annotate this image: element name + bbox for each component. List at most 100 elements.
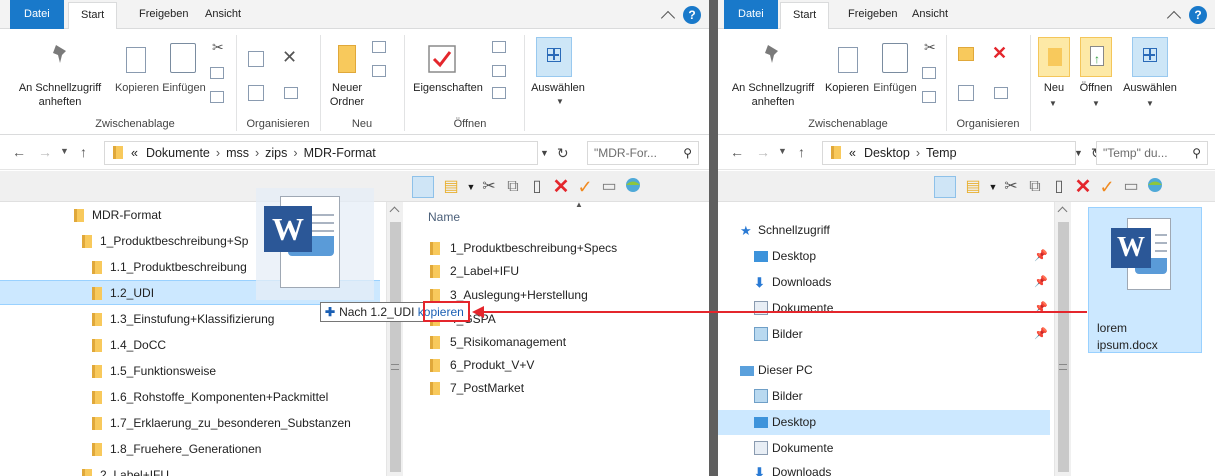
move-to-icon[interactable] xyxy=(248,51,264,67)
nav-item-pictures[interactable]: Bilder 📌 xyxy=(718,322,1050,347)
cut-icon[interactable]: ✂ xyxy=(924,39,936,56)
pin-quick-access-button[interactable]: An Schnellzugriff anheften xyxy=(4,81,116,109)
collapse-ribbon-icon[interactable] xyxy=(1166,10,1182,26)
nav-item-downloads[interactable]: ⬇ Downloads 📌 xyxy=(718,270,1050,295)
breadcrumb-overflow[interactable]: « xyxy=(131,146,138,160)
help-icon[interactable]: ? xyxy=(1189,6,1207,24)
address-dropdown-icon[interactable]: ▼ xyxy=(1074,148,1083,158)
refresh-icon[interactable]: ↻ xyxy=(557,145,569,162)
globe-icon[interactable] xyxy=(1144,176,1166,198)
rename-icon[interactable]: ▭ xyxy=(1120,176,1142,198)
breadcrumb-zips[interactable]: zips xyxy=(265,146,287,160)
copy-button[interactable]: Kopieren xyxy=(112,81,162,95)
tab-freigeben[interactable]: Freigeben xyxy=(127,0,201,29)
up-icon[interactable]: ↑ xyxy=(798,144,805,160)
breadcrumb-desktop[interactable]: Desktop xyxy=(864,146,910,160)
paste-shortcut-icon[interactable] xyxy=(210,91,224,103)
tree-item[interactable]: 1.7_Erklaerung_zu_besonderen_Substanzen xyxy=(0,411,380,436)
paste-icon[interactable]: ▯ xyxy=(526,176,548,198)
pin-icon[interactable]: 📌 xyxy=(1034,322,1048,347)
tab-ansicht[interactable]: Ansicht xyxy=(193,0,253,29)
copy-path-icon[interactable] xyxy=(922,67,936,79)
properties-button[interactable]: Eigenschaften xyxy=(410,81,486,95)
pin-icon[interactable]: 📌 xyxy=(1034,270,1048,295)
tab-datei[interactable]: Datei xyxy=(10,0,64,29)
delete-icon[interactable]: ✕ xyxy=(1072,176,1094,198)
nav-item-desktop[interactable]: Desktop 📌 xyxy=(718,244,1050,269)
back-icon[interactable]: ← xyxy=(730,144,744,160)
tree-item[interactable]: 1.5_Funktionsweise xyxy=(0,359,380,384)
rename-icon[interactable] xyxy=(994,87,1008,99)
delete-icon[interactable]: ✕ xyxy=(550,176,572,198)
help-icon[interactable]: ? xyxy=(683,6,701,24)
chevron-down-icon[interactable]: ▼ xyxy=(1092,99,1100,108)
scroll-up-icon[interactable] xyxy=(1057,206,1068,217)
new-folder-button[interactable]: Neuer Ordner xyxy=(322,81,372,109)
history-icon[interactable] xyxy=(492,87,506,99)
breadcrumb-overflow[interactable]: « xyxy=(849,146,856,160)
new-folder-quick-icon[interactable]: ▤ xyxy=(440,176,462,198)
paste-button[interactable]: Einfügen xyxy=(160,81,208,95)
breadcrumb-dokumente[interactable]: Dokumente xyxy=(146,146,210,160)
copy-button[interactable]: Kopieren xyxy=(822,81,872,95)
select-icon[interactable] xyxy=(1132,37,1168,77)
select-button[interactable]: Auswählen xyxy=(526,81,590,95)
move-to-icon[interactable] xyxy=(958,47,974,61)
easy-access-icon[interactable] xyxy=(372,65,386,77)
paste-shortcut-icon[interactable] xyxy=(922,91,936,103)
select-icon[interactable] xyxy=(536,37,572,77)
nav-item-documents[interactable]: Dokumente xyxy=(718,436,1050,461)
tab-ansicht[interactable]: Ansicht xyxy=(900,0,960,29)
breadcrumb-mss[interactable]: mss xyxy=(226,146,249,160)
cut-icon[interactable]: ✂ xyxy=(1000,176,1022,198)
delete-icon[interactable]: ✕ xyxy=(992,43,1007,64)
copy-path-icon[interactable] xyxy=(210,67,224,79)
forward-icon[interactable]: → xyxy=(756,144,770,160)
new-folder-quick-icon[interactable]: ▤ xyxy=(962,176,984,198)
open-icon[interactable]: ↑ xyxy=(1080,37,1112,77)
nav-item-documents[interactable]: Dokumente 📌 xyxy=(718,296,1050,321)
search-input[interactable]: "MDR-For... ⚲ xyxy=(587,141,699,165)
delete-icon[interactable]: ✕ xyxy=(282,47,297,68)
nav-item-downloads[interactable]: ⬇ Downloads xyxy=(718,460,1050,476)
tab-start[interactable]: Start xyxy=(780,2,830,30)
paste-icon[interactable]: ▯ xyxy=(1048,176,1070,198)
forward-icon[interactable]: → xyxy=(38,144,52,160)
address-bar[interactable]: «Desktop › Temp xyxy=(822,141,1076,165)
tree-item[interactable]: 1.4_DoCC xyxy=(0,333,380,358)
search-input[interactable]: "Temp" du... ⚲ xyxy=(1096,141,1208,165)
recent-locations-icon[interactable]: ▼ xyxy=(778,146,787,156)
chevron-down-icon[interactable]: ▼ xyxy=(1146,99,1154,108)
copy-to-icon[interactable] xyxy=(248,85,264,101)
breadcrumb-temp[interactable]: Temp xyxy=(926,146,957,160)
collapse-ribbon-icon[interactable] xyxy=(660,10,676,26)
address-bar[interactable]: «Dokumente › mss › zips › MDR-Format xyxy=(104,141,538,165)
nav-item-desktop-selected[interactable]: Desktop xyxy=(718,410,1050,435)
pin-icon[interactable]: 📌 xyxy=(1034,244,1048,269)
tab-start[interactable]: Start xyxy=(68,2,118,30)
chevron-down-icon[interactable]: ▼ xyxy=(556,97,564,106)
nav-this-pc[interactable]: Dieser PC xyxy=(718,358,1050,383)
cut-icon[interactable]: ✂ xyxy=(212,39,224,56)
scrollbar-thumb[interactable] xyxy=(390,222,401,472)
open-button[interactable]: Öffnen xyxy=(1074,81,1118,95)
tree-item[interactable]: 1.6_Rohstoffe_Komponenten+Packmittel xyxy=(0,385,380,410)
checkmark-icon[interactable]: ✓ xyxy=(574,176,596,198)
cut-icon[interactable]: ✂ xyxy=(478,176,500,198)
preview-pane-icon[interactable] xyxy=(934,176,956,198)
select-button[interactable]: Auswählen xyxy=(1118,81,1182,95)
back-icon[interactable]: ← xyxy=(12,144,26,160)
recent-locations-icon[interactable]: ▼ xyxy=(60,146,69,156)
tree-item[interactable]: 2_Label+IFU xyxy=(0,463,380,476)
rename-icon[interactable]: ▭ xyxy=(598,176,620,198)
address-dropdown-icon[interactable]: ▼ xyxy=(540,148,549,158)
chevron-down-icon[interactable]: ▼ xyxy=(1049,99,1057,108)
edit-icon[interactable] xyxy=(492,65,506,77)
open-icon[interactable] xyxy=(492,41,506,53)
globe-icon[interactable] xyxy=(622,176,644,198)
nav-scrollbar[interactable] xyxy=(1054,202,1071,476)
nav-quick-access[interactable]: ★ Schnellzugriff xyxy=(718,218,1050,243)
copy-icon[interactable]: ⧉ xyxy=(1024,176,1046,198)
up-icon[interactable]: ↑ xyxy=(80,144,87,160)
copy-to-icon[interactable] xyxy=(958,85,974,101)
